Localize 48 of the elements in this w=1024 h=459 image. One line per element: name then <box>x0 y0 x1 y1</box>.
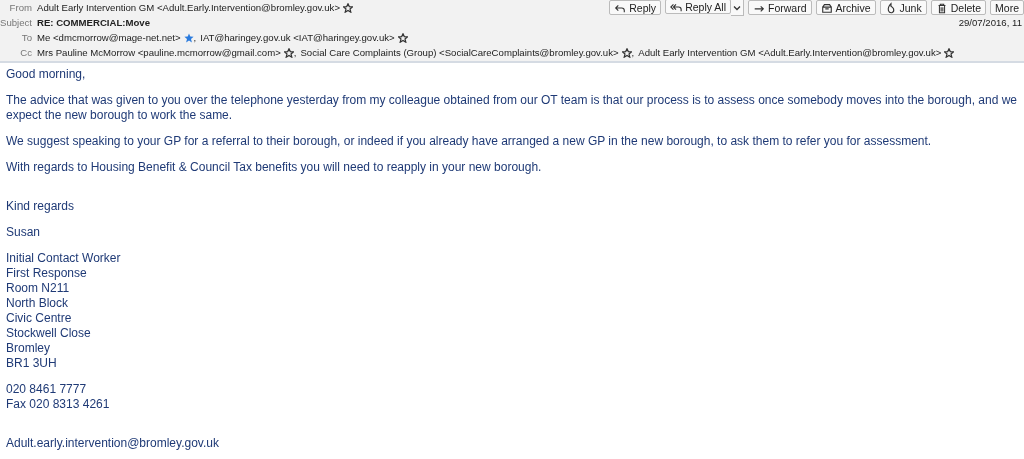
message-text: 020 8461 7777 <box>6 382 88 397</box>
address-link[interactable]: Me <dmcmorrow@mage-net.net> <box>37 32 181 43</box>
address-link[interactable]: IAT@haringey.gov.uk <IAT@haringey.gov.uk> <box>200 32 395 43</box>
address-link[interactable]: Adult Early Intervention GM <Adult.Early.Intervention@bromley.gov.uk> <box>37 2 341 13</box>
separator-comma: , <box>631 47 635 58</box>
message-line: Kind regards <box>6 199 76 214</box>
star-icon[interactable] <box>183 32 194 43</box>
field-label: To <box>20 32 33 43</box>
subject-text: RE: COMMERCIAL:Move <box>37 17 150 28</box>
message-text: Civic Centre <box>6 311 73 326</box>
star-outline-icon[interactable] <box>397 32 408 43</box>
star-outline-icon[interactable] <box>944 47 955 58</box>
forward-button[interactable]: Forward <box>748 0 812 15</box>
caret-icon <box>733 3 741 12</box>
message-text: Bromley <box>6 341 51 356</box>
message-text: Room N211 <box>6 281 71 296</box>
message-text: Fax 020 8313 4261 <box>6 397 111 412</box>
separator-comma: , <box>293 47 297 58</box>
junk-button[interactable]: Junk <box>879 0 927 15</box>
address-link[interactable]: Social Care Complaints (Group) <SocialCareComplaints@bromley.gov.uk> <box>300 47 619 58</box>
message-text: We suggest speaking to your GP for a referral to their borough, or indeed if you already have arranged a new GP in the new borough, to ask them to refer you for assessment. <box>6 134 933 149</box>
message-text: Susan <box>6 225 42 240</box>
separator-comma: , <box>193 32 197 43</box>
more-button[interactable]: More <box>990 0 1024 15</box>
archive-button[interactable]: Archive <box>815 0 876 15</box>
field-label: Subject <box>0 17 33 28</box>
message-text: With regards to Housing Benefit & Council Tax benefits you will need to reapply in your new borough. <box>6 160 543 175</box>
message-line: Adult.early.intervention@bromley.gov.uk <box>6 436 220 451</box>
delete-button[interactable]: Delete <box>930 0 987 15</box>
archive-box-icon <box>820 1 833 14</box>
message-line: Good morning, <box>6 67 87 82</box>
address-link[interactable]: Adult Early Intervention GM <Adult.Early.Intervention@bromley.gov.uk> <box>638 47 942 58</box>
dropdown-button[interactable] <box>731 0 744 16</box>
star-outline-icon[interactable] <box>283 47 294 58</box>
field-label: From <box>8 2 33 13</box>
date-text: 29/07/2016, 11 <box>958 17 1023 28</box>
star-outline-icon[interactable] <box>343 2 354 13</box>
message-text: North Block <box>6 296 70 311</box>
message-text: The advice that was given to you over the telephone yesterday from my colleague obtained from our OT team is that our process is to assess once somebody moves into the borough, and we expect the new borough to work the same. <box>6 93 1018 123</box>
message-text: Stockwell Close <box>6 326 92 341</box>
address-link[interactable]: Mrs Pauline McMorrow <pauline.mcmorrow@gmail.com> <box>37 47 281 58</box>
message-text: Initial Contact Worker <box>6 251 122 266</box>
reply-button[interactable]: Reply <box>609 0 662 15</box>
message-text: First Response <box>6 266 88 281</box>
reply-all-button[interactable]: Reply All <box>665 0 731 14</box>
star-outline-icon[interactable] <box>621 47 632 58</box>
field-label: Cc <box>19 47 33 58</box>
message-text: BR1 3UH <box>6 356 58 371</box>
